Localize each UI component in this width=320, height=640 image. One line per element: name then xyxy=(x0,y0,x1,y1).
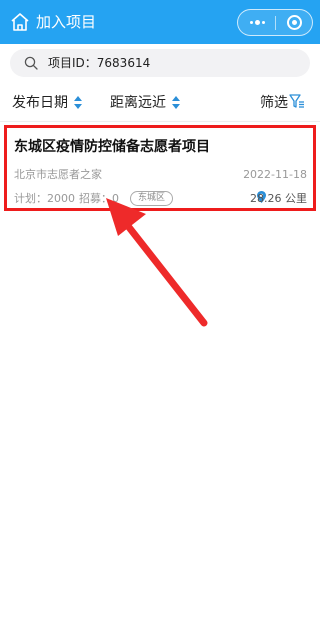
filter-label: 筛选 xyxy=(260,95,288,111)
search-bar: 项目ID：7683614 xyxy=(0,44,320,82)
more-button[interactable] xyxy=(238,10,275,35)
search-input[interactable]: 项目ID：7683614 xyxy=(10,49,310,77)
more-dots-icon xyxy=(250,21,253,24)
sort-by-distance[interactable]: 距离远近 xyxy=(110,94,185,112)
mini-program-capsule xyxy=(237,9,313,36)
project-organization: 北京市志愿者之家 xyxy=(14,168,102,181)
sort-filter-bar: 发布日期 距离远近 筛选 xyxy=(0,82,320,122)
sort-arrows-icon xyxy=(74,96,82,110)
page-title: 加入项目 xyxy=(36,13,97,31)
filter-funnel-icon[interactable] xyxy=(289,93,305,109)
sort-arrows-icon xyxy=(172,96,180,110)
app-header: 加入项目 xyxy=(0,0,320,44)
home-icon[interactable] xyxy=(10,12,30,32)
red-arrow-icon xyxy=(106,198,208,327)
close-button[interactable] xyxy=(276,10,313,35)
search-value: 项目ID：7683614 xyxy=(48,56,151,70)
sort-date-label: 发布日期 xyxy=(12,95,68,111)
project-plan: 计划：2000 xyxy=(14,192,75,205)
project-date: 2022-11-18 xyxy=(243,168,307,181)
sort-by-date[interactable]: 发布日期 xyxy=(12,94,87,112)
sort-distance-label: 距离远近 xyxy=(110,95,166,111)
project-title: 东城区疫情防控储备志愿者项目 xyxy=(14,139,210,155)
search-icon xyxy=(24,56,38,70)
project-distance: 28.26 公里 xyxy=(250,192,307,205)
